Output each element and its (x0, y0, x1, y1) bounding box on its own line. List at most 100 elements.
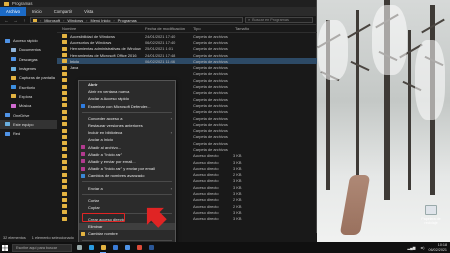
start-button[interactable] (0, 244, 10, 251)
tree-trunk (408, 30, 411, 190)
folder-icon (5, 122, 10, 127)
menu-item[interactable]: Añadir al archivo... (79, 144, 175, 151)
folder-icon (62, 116, 67, 120)
sidebar-item[interactable]: Música (0, 101, 57, 110)
tab-inicio[interactable]: Inicio (26, 7, 48, 16)
menu-item-icon (81, 173, 85, 178)
menu-item-icon (81, 166, 85, 171)
sidebar-item[interactable]: Capturas de pantalla (0, 73, 57, 82)
search-box[interactable]: ⌕ Buscar en Programas (245, 17, 313, 23)
taskbar-app-explorer[interactable] (98, 243, 108, 253)
menu-item[interactable]: Abrir en ventana nueva (79, 88, 175, 95)
menu-item[interactable]: Enviar a › (79, 184, 175, 191)
sidebar-item[interactable]: Acceso rápido (0, 36, 57, 45)
column-size[interactable]: Tamaño (231, 26, 261, 31)
sidebar-item[interactable]: Escritorio (0, 82, 57, 91)
tab-compartir[interactable]: Compartir (48, 7, 78, 16)
taskbar-app-mail[interactable] (122, 243, 132, 253)
taskbar-app-task-view[interactable] (74, 243, 84, 253)
taskbar-app-word[interactable] (146, 243, 156, 253)
file-type: Carpeta de archivos (193, 140, 228, 146)
sidebar-item[interactable]: Red (0, 129, 57, 138)
file-type: Acceso directo (193, 209, 219, 215)
column-type[interactable]: Tipo (189, 26, 231, 31)
menu-item[interactable]: Añadir a "Inicio.rar" (79, 151, 175, 158)
forward-arrow-icon[interactable]: → (12, 18, 19, 23)
folder-icon (62, 103, 67, 108)
sidebar-item[interactable]: Documentos (0, 45, 57, 54)
taskbar-search[interactable]: Escribe aquí para buscar (12, 243, 72, 252)
breadcrumb-item[interactable]: Microsoft (44, 18, 60, 23)
address-bar[interactable]: › Microsoft › Windows › Menú Inicio › Programas (30, 17, 243, 23)
menu-item-label: Abrir en ventana nueva (88, 89, 130, 95)
up-arrow-icon[interactable]: ↑ (21, 18, 28, 23)
tab-vista[interactable]: Vista (78, 7, 99, 16)
column-name[interactable]: Nombre (57, 26, 141, 31)
column-date[interactable]: Fecha de modificación (141, 26, 189, 31)
menu-item[interactable]: Examinar con Microsoft Defender... (79, 103, 175, 110)
file-type: Carpeta de archivos (193, 52, 228, 58)
folder-icon (5, 38, 10, 43)
folder-icon (62, 40, 67, 45)
file-date: 24/01/2021 17:40 (145, 33, 176, 39)
search-icon: ⌕ (248, 18, 251, 22)
item-count: 32 elementos (3, 235, 26, 240)
menu-item[interactable]: Incluir en biblioteca › (79, 129, 175, 136)
menu-item[interactable]: Cambios de nombres avanzado (79, 172, 175, 179)
system-tray: ▂▄▆ ◄) 10:18 06/02/2021 (407, 242, 447, 253)
recycle-bin-label: Papelera de reciclaje (421, 217, 441, 225)
taskbar-app-chrome[interactable] (134, 243, 144, 253)
file-name: Accesorios de Windows (70, 39, 112, 45)
folder-icon (62, 134, 67, 139)
file-size: 2 KB (233, 172, 242, 178)
menu-item[interactable]: Anclar a Inicio (79, 136, 175, 143)
file-type: Acceso directo (193, 191, 219, 197)
menu-item[interactable]: Añadir a "Inicio.rar" y enviar por email (79, 165, 175, 172)
file-type: Carpeta de archivos (193, 84, 228, 90)
sidebar-item[interactable]: OneDrive (0, 110, 57, 119)
menu-item[interactable]: Restaurar versiones anteriores (79, 122, 175, 129)
sidebar-item[interactable]: Descargas (0, 55, 57, 64)
folder-icon (62, 147, 67, 152)
breadcrumb-item[interactable]: Menú Inicio (90, 18, 110, 23)
file-type: Carpeta de archivos (193, 90, 228, 96)
folder-icon (62, 97, 67, 102)
taskbar-app-edge[interactable] (86, 243, 96, 253)
menu-item[interactable]: Anclar a Acceso rápido (79, 95, 175, 102)
folder-icon (11, 57, 16, 62)
file-name: Herramientas de Microsoft Office 2016 (70, 52, 137, 58)
folder-icon (11, 75, 16, 80)
snowy-branches (372, 5, 407, 75)
back-arrow-icon[interactable]: ← (3, 18, 10, 23)
menu-item-label: Añadir y enviar por email... (88, 158, 136, 164)
menu-separator (82, 111, 172, 113)
sidebar-item[interactable]: Este equipo (0, 119, 57, 129)
breadcrumb-item[interactable]: Programas (118, 18, 137, 23)
column-headers: Nombre Fecha de modificación Tipo Tamaño (57, 25, 317, 33)
shortcut-icon (62, 185, 67, 190)
folder-icon (62, 34, 67, 39)
sidebar-item[interactable]: Imágenes (0, 64, 57, 73)
recycle-bin-icon[interactable]: Papelera de reciclaje (416, 205, 446, 225)
shortcut-icon (62, 197, 67, 202)
file-type: Carpeta de archivos (193, 128, 228, 134)
sidebar-item-label: Capturas de pantalla (19, 75, 55, 81)
menu-item[interactable]: Cambiar nombre (79, 230, 175, 237)
network-icon[interactable]: ▂▄▆ (407, 246, 415, 250)
menu-item-label: Cambiar nombre (88, 231, 118, 237)
breadcrumb-item[interactable]: Windows (67, 18, 83, 23)
folder-icon (62, 53, 67, 58)
clock[interactable]: 10:18 06/02/2021 (429, 243, 447, 251)
sidebar-item[interactable]: Explora (0, 92, 57, 101)
folder-icon (11, 66, 16, 71)
menu-item[interactable]: Abrir (79, 81, 175, 88)
folder-icon (62, 46, 67, 51)
sidebar-item-label: Escritorio (19, 84, 36, 90)
taskbar-app-store[interactable] (110, 243, 120, 253)
menu-item[interactable]: Añadir y enviar por email... (79, 158, 175, 165)
menu-item[interactable]: Conceder acceso a › (79, 115, 175, 122)
ribbon-tabs: Archivo Inicio Compartir Vista (0, 7, 316, 16)
snowy-branches (318, 20, 348, 80)
tab-archivo[interactable]: Archivo (0, 7, 26, 16)
volume-icon[interactable]: ◄) (420, 246, 425, 250)
